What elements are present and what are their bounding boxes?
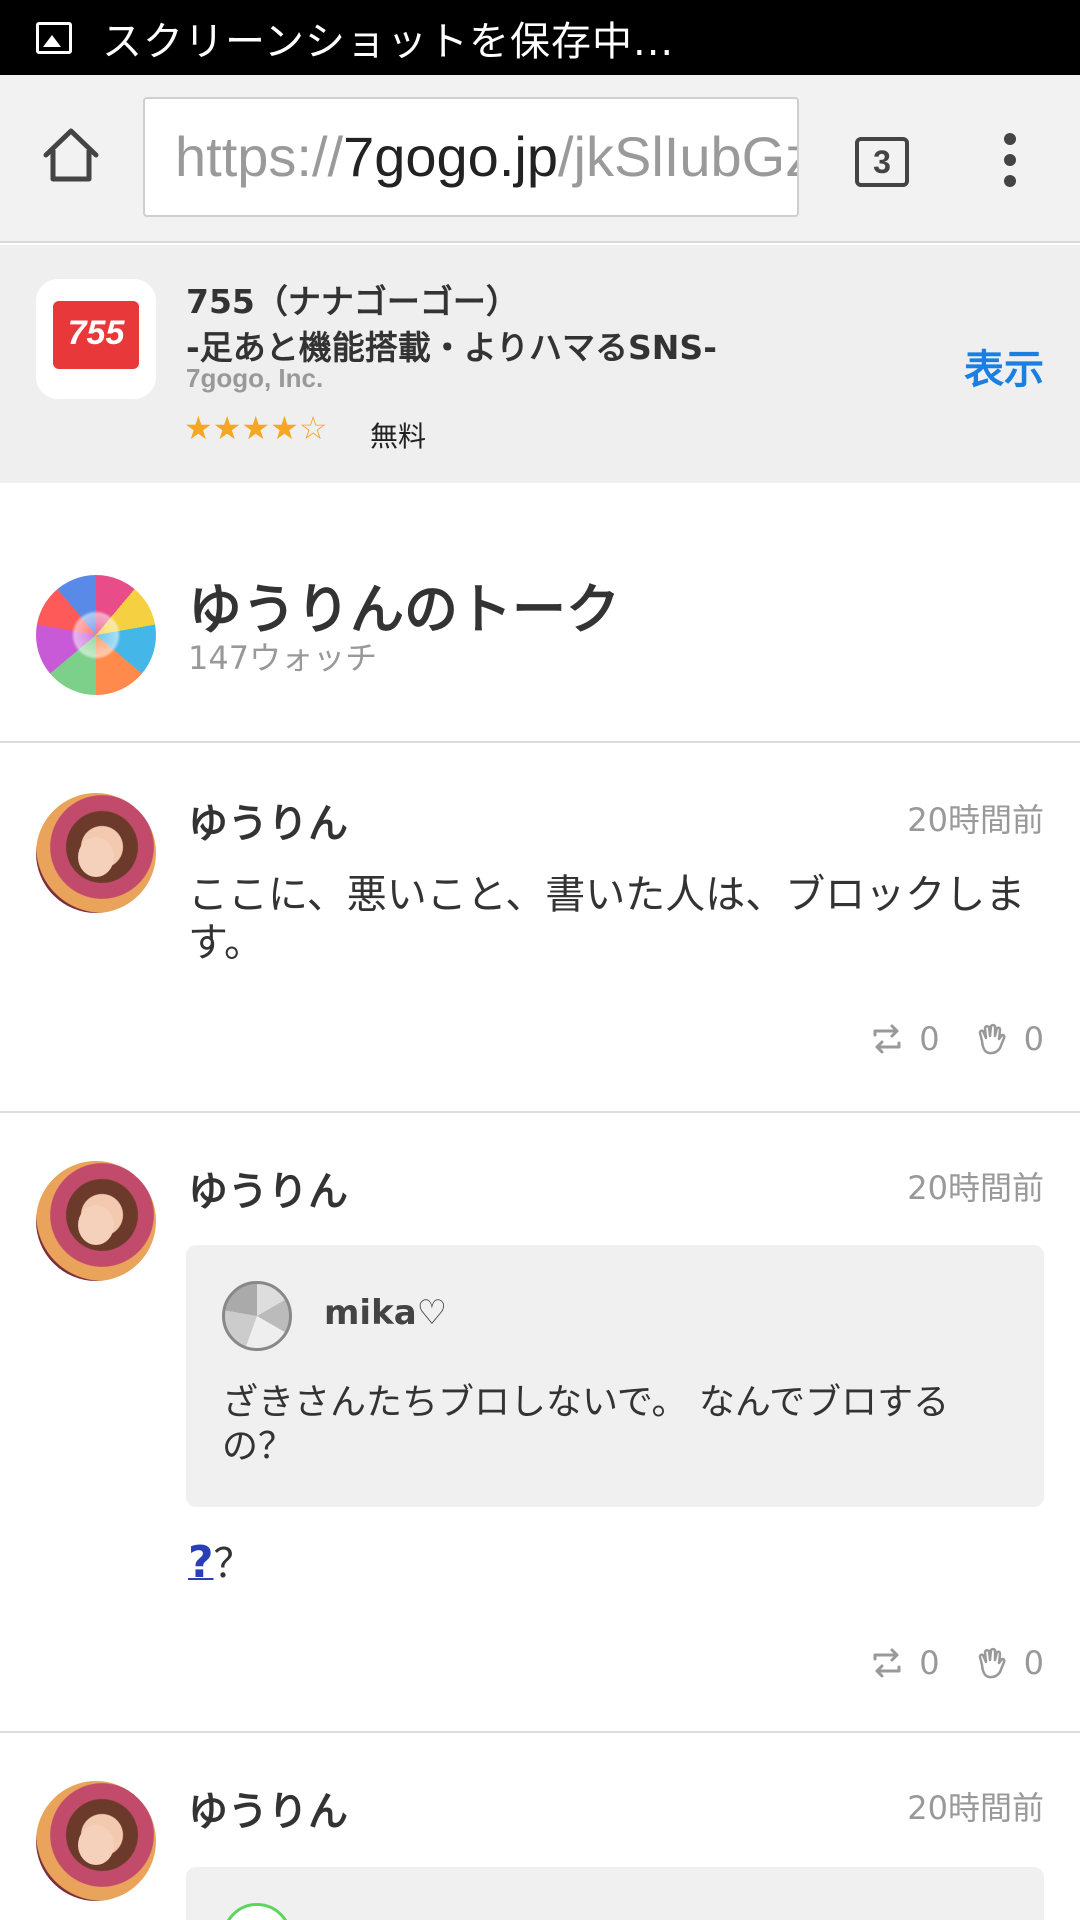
post-time: 20時間前: [907, 801, 1044, 839]
post: ゆうりん 20時間前 mika♡ ざきさんたちブロしないで。 なんでブロするの？…: [0, 1113, 1080, 1733]
repost-icon[interactable]: [869, 1645, 905, 1681]
quote-author: mika♡: [324, 1293, 448, 1333]
url-scheme: https://: [175, 125, 344, 188]
post-time: 20時間前: [907, 1169, 1044, 1207]
repost-count: 0: [919, 1020, 940, 1058]
url-path: /jkSlIubGz: [557, 125, 799, 188]
app-name-line1: 755（ナナゴーゴー）: [186, 282, 519, 321]
post-actions: 0 0: [869, 1641, 1044, 1685]
menu-dot: [1004, 154, 1016, 166]
repost-icon[interactable]: [869, 1021, 905, 1057]
browser-toolbar: https://7gogo.jp/jkSlIubGz 3: [0, 75, 1080, 243]
post-author: ゆうりん: [188, 1169, 348, 1215]
post-actions: 0 0: [869, 1017, 1044, 1061]
quoted-post[interactable]: mika♡ ざきさんたちブロしないで。 なんでブロするの？: [186, 1245, 1044, 1507]
avatar[interactable]: [36, 1781, 156, 1901]
quote-avatar[interactable]: [222, 1903, 292, 1920]
post-author: ゆうりん: [188, 1789, 348, 1835]
app-logo: 755: [53, 301, 139, 369]
post: ゆうりん 20時間前 ここに、悪いこと、書いた人は、ブロックします。 0 0: [0, 745, 1080, 1113]
status-bar-title: スクリーンショットを保存中...: [102, 18, 675, 65]
url-host: 7gogo.jp: [343, 125, 558, 188]
menu-dot: [1004, 175, 1016, 187]
image-icon: [36, 21, 72, 54]
quote-avatar[interactable]: [222, 1281, 292, 1351]
quote-text: ざきさんたちブロしないで。 なんでブロするの？: [222, 1382, 950, 1467]
post-body: ここに、悪いこと、書いた人は、ブロックします。: [188, 872, 1026, 966]
tab-switcher-button[interactable]: 3: [855, 137, 909, 187]
post-time: 20時間前: [907, 1789, 1044, 1827]
overflow-menu-button[interactable]: [995, 133, 1025, 195]
home-icon: [43, 128, 99, 182]
repost-count: 0: [919, 1644, 940, 1682]
post-author: ゆうりん: [188, 801, 348, 847]
post-body-text: ？: [213, 1541, 254, 1587]
app-developer: 7gogo, Inc.: [186, 363, 324, 393]
app-icon[interactable]: 755: [36, 279, 156, 399]
question-emoji: ?: [188, 1537, 214, 1588]
home-button[interactable]: [40, 125, 102, 187]
view-app-button[interactable]: 表示: [964, 337, 1044, 395]
watch-count[interactable]: 147ウォッチ: [188, 633, 377, 679]
talk-avatar[interactable]: [36, 575, 156, 695]
url-bar[interactable]: https://7gogo.jp/jkSlIubGz: [143, 97, 799, 217]
post-body: ?？: [188, 1539, 1048, 1588]
talk-header: ゆうりんのトーク 147ウォッチ: [0, 483, 1080, 743]
app-install-banner: 755 755（ナナゴーゴー） -足あと機能搭載・よりハマるSNS- 7gogo…: [0, 245, 1080, 483]
like-count: 0: [1023, 1644, 1044, 1682]
app-price: 無料: [370, 420, 427, 453]
quoted-post[interactable]: [186, 1867, 1044, 1920]
star-rating: ★★★★☆: [184, 409, 328, 447]
avatar[interactable]: [36, 1161, 156, 1281]
status-bar: スクリーンショットを保存中...: [0, 0, 1080, 75]
clap-hand-icon[interactable]: [974, 1021, 1010, 1057]
post: ゆうりん 20時間前: [0, 1733, 1080, 1920]
like-count: 0: [1023, 1020, 1044, 1058]
app-name-line2: -足あと機能搭載・よりハマるSNS-: [186, 328, 717, 367]
menu-dot: [1004, 133, 1016, 145]
avatar[interactable]: [36, 793, 156, 913]
clap-hand-icon[interactable]: [974, 1645, 1010, 1681]
